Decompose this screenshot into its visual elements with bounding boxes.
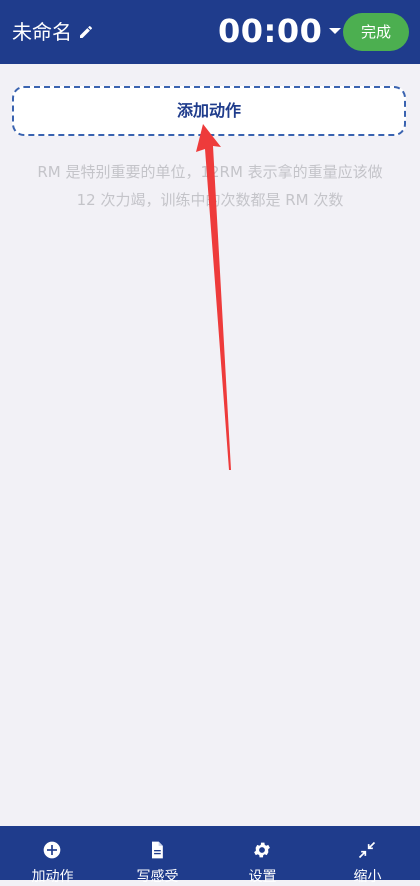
top-bar: 未命名 00:00 完成	[0, 0, 420, 64]
timer-dropdown[interactable]: 00:00	[218, 9, 342, 53]
timer-value: 00:00	[218, 12, 323, 50]
document-icon	[152, 841, 163, 859]
tab-settings-label: 设置	[248, 869, 277, 885]
edit-icon[interactable]	[78, 24, 94, 40]
rm-hint: RM 是特别重要的单位，12RM 表示拿的重量应该做 12 次力竭，训练中的次数…	[16, 158, 404, 214]
bottom-toolbar: 加动作 写感受 设置 缩小	[0, 826, 420, 885]
tab-write-feeling-label: 写感受	[136, 869, 179, 885]
minimize-icon	[358, 841, 376, 859]
tab-add-action[interactable]: 加动作	[0, 826, 105, 885]
caret-down-icon	[329, 28, 342, 34]
tab-minimize[interactable]: 缩小	[315, 826, 420, 885]
workout-title[interactable]: 未命名	[12, 19, 94, 45]
add-circle-icon	[43, 841, 61, 859]
tab-write-feeling[interactable]: 写感受	[105, 826, 210, 885]
tab-minimize-label: 缩小	[353, 869, 382, 885]
tab-add-action-label: 加动作	[31, 869, 74, 885]
rm-hint-line-2: 12 次力竭，训练中的次数都是 RM 次数	[76, 191, 344, 209]
add-action-button[interactable]: 添加动作	[12, 86, 406, 136]
rm-hint-line-1: RM 是特别重要的单位，12RM 表示拿的重量应该做	[37, 163, 383, 181]
workout-title-text: 未命名	[12, 20, 72, 44]
done-button[interactable]: 完成	[343, 13, 409, 51]
gear-icon	[254, 842, 270, 858]
tab-settings[interactable]: 设置	[210, 826, 315, 885]
